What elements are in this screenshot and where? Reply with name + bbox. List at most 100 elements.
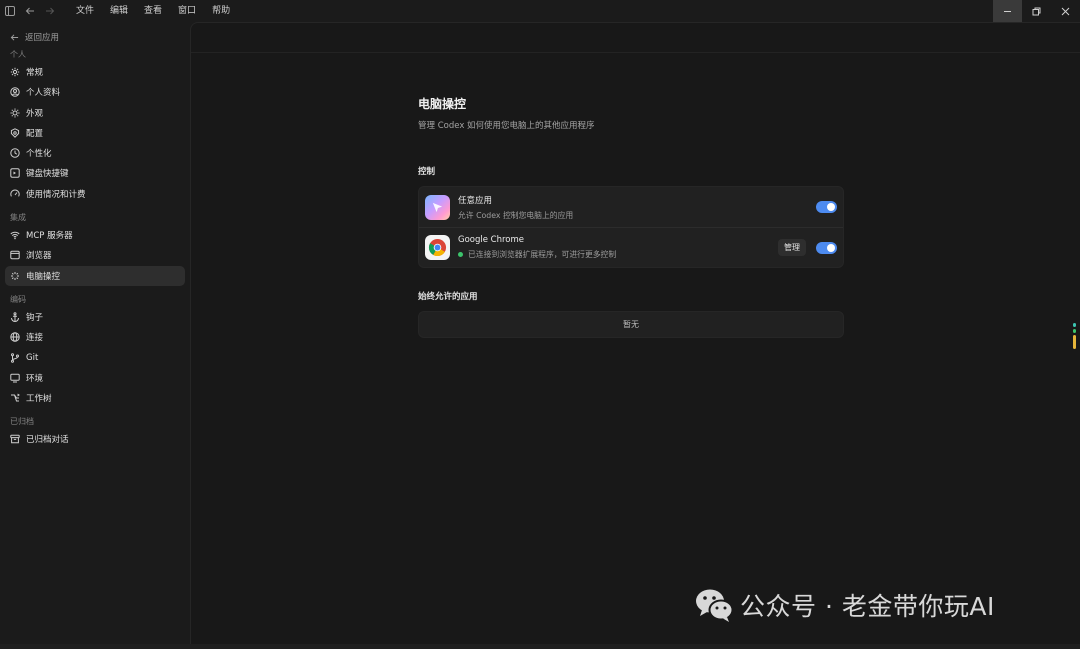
sidebar-item-label: Git (26, 352, 39, 363)
monitor-icon (10, 373, 20, 383)
page-title: 电脑操控 (418, 97, 467, 111)
globe-icon (10, 332, 20, 342)
app-description: 允许 Codex 控制您电脑上的应用 (458, 210, 574, 220)
sidebar-item-label: 常规 (26, 68, 44, 78)
sidebar-item-label: 外观 (26, 108, 44, 119)
menu-view[interactable]: 查看 (136, 0, 170, 22)
sidebar-item-computer-control[interactable]: 电脑操控 (5, 265, 185, 286)
menu-window[interactable]: 窗口 (170, 0, 204, 22)
sidebar-item-environment[interactable]: 环境 (5, 368, 185, 388)
bottom-bar (0, 644, 1080, 649)
gauge-icon (10, 189, 20, 199)
chrome-icon (425, 235, 450, 260)
sidebar-item-label: 钩子 (26, 312, 44, 323)
gear-icon (10, 67, 20, 77)
sidebar-item-label: 键盘快捷键 (26, 169, 69, 180)
allowed-apps-section-title: 始终允许的应用 (418, 292, 478, 302)
sidebar-item-label: MCP 服务器 (26, 231, 73, 242)
user-circle-icon (10, 87, 20, 97)
page-subtitle: 管理 Codex 如何使用您电脑上的其他应用程序 (418, 121, 595, 131)
sidebar-item-archived-chats[interactable]: 已归档对话 (5, 429, 185, 449)
sidebar-item-profile[interactable]: 个人资料 (5, 82, 185, 102)
sidebar-item-label: 已归档对话 (26, 435, 69, 446)
any-app-toggle[interactable] (816, 201, 837, 213)
sidebar-item-label: 个人资料 (26, 88, 61, 99)
sidebar-item-mcp-servers[interactable]: MCP 服务器 (5, 225, 185, 245)
settings-sidebar: 返回应用 个人 常规 个人资料 外观 配置 个性化 键盘快捷键 使用情况和计费 … (0, 22, 190, 649)
sidebar-item-usage-billing[interactable]: 使用情况和计费 (5, 184, 185, 204)
close-button[interactable] (1051, 0, 1080, 22)
sun-icon (10, 108, 20, 118)
sidebar-item-personalization[interactable]: 个性化 (5, 143, 185, 163)
shield-icon (10, 128, 20, 138)
sidebar-item-label: 环境 (26, 373, 44, 384)
back-to-app-link[interactable]: 返回应用 (5, 27, 185, 47)
back-arrow-icon[interactable] (20, 0, 40, 22)
clock-icon (10, 148, 20, 158)
restore-icon (1032, 7, 1041, 15)
app-name: Google Chrome (458, 235, 525, 245)
sparkle-icon (10, 271, 20, 281)
app-description: 已连接到浏览器扩展程序，可进行更多控制 (468, 250, 617, 259)
wechat-logo-icon (696, 589, 734, 622)
watermark: 公众号 · 老金带你玩AI (694, 586, 995, 624)
control-apps-card: 任意应用 允许 Codex 控制您电脑上的应用 Google Chrome 已连… (418, 186, 844, 268)
section-label-integrations: 集成 (10, 213, 26, 223)
minimize-icon (1004, 10, 1011, 12)
menu-file[interactable]: 文件 (68, 0, 102, 22)
restore-button[interactable] (1022, 0, 1051, 22)
control-section-title: 控制 (418, 167, 436, 177)
tree-icon (10, 393, 20, 403)
forward-arrow-icon[interactable] (40, 0, 60, 22)
sidebar-item-label: 电脑操控 (26, 271, 61, 282)
back-to-app-label: 返回应用 (25, 33, 60, 43)
sidebar-item-shortcuts[interactable]: 键盘快捷键 (5, 163, 185, 183)
manage-chrome-button[interactable]: 管理 (778, 239, 806, 256)
window-controls (993, 0, 1080, 22)
watermark-text: 公众号 · 老金带你玩AI (740, 592, 995, 621)
browser-icon (10, 250, 20, 260)
sidebar-item-git[interactable]: Git (5, 348, 185, 368)
sidebar-item-appearance[interactable]: 外观 (5, 103, 185, 123)
sidebar-item-label: 配置 (26, 128, 44, 139)
sidebar-item-connections[interactable]: 连接 (5, 327, 185, 347)
main-panel: 电脑操控 管理 Codex 如何使用您电脑上的其他应用程序 控制 任意应用 允许… (190, 22, 1080, 644)
sidebar-item-label: 个性化 (26, 149, 52, 160)
git-branch-icon (10, 352, 20, 363)
section-label-coding: 编码 (10, 294, 26, 304)
section-label-archived: 已归档 (10, 417, 34, 427)
sidebar-item-browser[interactable]: 浏览器 (5, 245, 185, 265)
title-bar: 文件 编辑 查看 窗口 帮助 (0, 0, 1080, 22)
any-app-icon (425, 194, 450, 220)
section-label-personal: 个人 (10, 50, 26, 59)
app-description-row: 已连接到浏览器扩展程序，可进行更多控制 (458, 249, 778, 260)
sidebar-item-label: 使用情况和计费 (26, 189, 86, 200)
sidebar-toggle-icon[interactable] (0, 0, 20, 22)
app-name: 任意应用 (458, 195, 493, 206)
computer-control-settings: 电脑操控 管理 Codex 如何使用您电脑上的其他应用程序 控制 任意应用 允许… (418, 95, 844, 338)
allowed-apps-empty: 暂无 (418, 311, 844, 338)
sidebar-item-hooks[interactable]: 钩子 (5, 307, 185, 327)
empty-label: 暂无 (623, 320, 639, 329)
chrome-toggle[interactable] (816, 241, 837, 254)
connected-status-dot (458, 252, 463, 257)
sidebar-item-general[interactable]: 常规 (5, 62, 185, 82)
keyboard-icon (10, 168, 20, 179)
menu-edit[interactable]: 编辑 (102, 0, 136, 22)
app-row-chrome: Google Chrome 已连接到浏览器扩展程序，可进行更多控制 管理 (419, 227, 843, 267)
close-icon (1061, 7, 1070, 15)
app-row-any: 任意应用 允许 Codex 控制您电脑上的应用 (419, 187, 843, 227)
archive-icon (10, 434, 20, 444)
minimize-button[interactable] (993, 0, 1022, 22)
sidebar-item-label: 连接 (26, 333, 44, 344)
scroll-indicator[interactable] (1073, 323, 1077, 351)
menu-bar: 文件 编辑 查看 窗口 帮助 (68, 0, 238, 22)
sidebar-item-label: 工作树 (26, 394, 52, 405)
sidebar-item-config[interactable]: 配置 (5, 123, 185, 143)
sidebar-item-label: 浏览器 (26, 251, 52, 262)
menu-help[interactable]: 帮助 (204, 0, 238, 22)
anchor-icon (10, 312, 20, 322)
sidebar-item-worktree[interactable]: 工作树 (5, 388, 185, 408)
arrow-left-icon (10, 33, 19, 41)
wifi-icon (10, 230, 20, 240)
